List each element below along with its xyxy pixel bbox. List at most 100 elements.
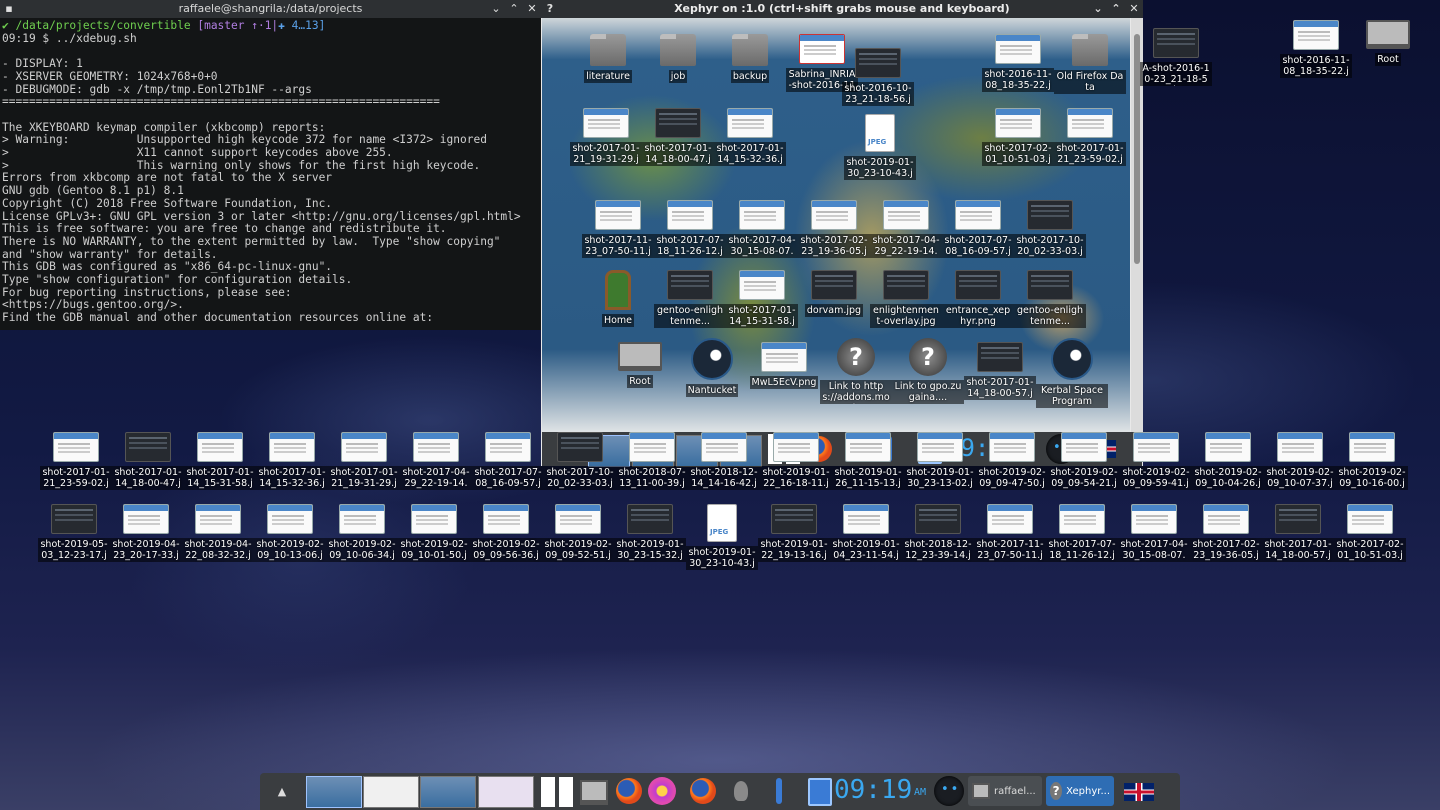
desktop-icon[interactable]: shot-2019-01-30_23-10-43.jpg [844, 114, 916, 184]
desktop-icon[interactable]: shot-2019-02-09_09-47-50.jpg [976, 432, 1048, 494]
desktop-icon[interactable]: shot-2017-01-21_23-59-02.jpg [40, 432, 112, 494]
desktop-icon[interactable]: shot-2017-02-23_19-36-05.jpg [798, 200, 870, 262]
desktop-icon[interactable]: shot-2017-11-23_07-50-11.jpg [582, 200, 654, 262]
desktop-icon[interactable]: shot-2017-10-20_02-33-03.jpg [1014, 200, 1086, 262]
desktop-icon[interactable]: shot-2016-11-08_18-35-22.jpg [1280, 20, 1352, 82]
desktop-icon[interactable]: shot-2019-02-09_09-56-36.jpg [470, 504, 542, 566]
desktop-icon[interactable]: shot-2019-05-03_12-23-17.jpg [38, 504, 110, 566]
desktop-icon[interactable]: Root [604, 342, 676, 392]
desktop-icon[interactable]: shot-2017-11-23_07-50-11.jpg [974, 504, 1046, 566]
xephyr-desktop[interactable]: literature job backup Sabrina_INRIA-shot-20… [542, 18, 1130, 432]
desktop-icon[interactable]: shot-2019-02-09_09-59-41.jpg [1120, 432, 1192, 494]
desktop-icon[interactable]: shot-2019-01-26_11-15-13.jpg [832, 432, 904, 494]
desktop-icon[interactable]: shot-2017-04-29_22-19-14.p... [400, 432, 472, 494]
xephyr-window[interactable]: ? Xephyr on :1.0 (ctrl+shift grabs mouse… [541, 0, 1143, 467]
desktop-icon[interactable]: shot-2019-02-09_10-04-26.jpg [1192, 432, 1264, 494]
close-icon[interactable]: ✕ [1125, 0, 1143, 18]
desktop-icon[interactable]: shot-2018-12-12_23-39-14.jpg [902, 504, 974, 566]
desktop-icon[interactable]: MwL5EcV.png [748, 342, 820, 393]
desktop-icon[interactable]: shot-2017-01-14_18-00-47.jpg [112, 432, 184, 494]
pager-desk-4[interactable] [478, 776, 534, 808]
desktop-icon[interactable]: shot-2017-02-01_10-51-03.jpg [982, 108, 1054, 170]
desktop-icon[interactable]: shot-2019-02-09_10-06-34.jpg [326, 504, 398, 566]
desktop-icon[interactable]: Nantucket [676, 338, 748, 401]
desktop-icon[interactable]: shot-2016-10-23_21-18-56.jpg [842, 48, 914, 110]
desktop-icon[interactable]: shot-2018-12-14_14-16-42.jpg [688, 432, 760, 494]
desktop-icon[interactable]: shot-2017-01-21_19-31-29.jpg [328, 432, 400, 494]
desktop-icon[interactable]: shot-2019-04-23_20-17-33.jpg [110, 504, 182, 566]
desktop-icon[interactable]: shot-2017-01-14_15-32-36.jpg [714, 108, 786, 170]
desktop-icon[interactable]: shot-2017-01-14_15-31-58.jpg [726, 270, 798, 332]
settings-star-icon[interactable] [648, 777, 676, 805]
firefox-icon[interactable] [616, 778, 642, 804]
desktop-icon[interactable]: shot-2017-10-20_02-33-03.jpg [544, 432, 616, 494]
desktop-icon[interactable]: shot-2017-01-14_18-00-47.jpg [642, 108, 714, 170]
desktop-icon[interactable]: shot-2017-07-08_16-09-57.jpg [942, 200, 1014, 262]
desktop-icon[interactable]: shot-2019-02-09_09-54-21.jpg [1048, 432, 1120, 494]
desktop-icon[interactable]: shot-2016-11-08_18-35-22.jpg [982, 34, 1054, 96]
desktop-icon[interactable]: gentoo-enlightenme... [1014, 270, 1086, 332]
terminal-menu-icon[interactable]: ▪ [0, 0, 18, 18]
terminal-titlebar[interactable]: ▪ raffaele@shangrila:/data/projects ⌄ ⌃ … [0, 0, 541, 18]
desktop-icon[interactable]: shot-2019-01-04_23-11-54.jpg [830, 504, 902, 566]
pager-desk-3[interactable] [420, 776, 476, 808]
desktop-icon[interactable]: A-shot-2016-10-23_21-18-56.jpg [1140, 28, 1212, 90]
help-icon[interactable]: ? [541, 0, 559, 18]
desktop-icon[interactable]: shot-2017-01-14_15-31-58.jpg [184, 432, 256, 494]
xephyr-titlebar[interactable]: ? Xephyr on :1.0 (ctrl+shift grabs mouse… [541, 0, 1143, 18]
desktop-icon[interactable]: shot-2019-01-22_19-13-16.jpg [758, 504, 830, 566]
desktop-icon[interactable]: shot-2019-02-09_10-13-06.jpg [254, 504, 326, 566]
desktop-icon[interactable]: shot-2017-07-18_11-26-12.jpg [1046, 504, 1118, 566]
desktop-icon[interactable]: backup [714, 34, 786, 87]
desktop-icon[interactable]: shot-2017-01-14_18-00-57.jpg [1262, 504, 1334, 566]
desktop-icon[interactable]: ? Link to https://addons.mozi... [820, 338, 892, 408]
desktop-icon[interactable]: shot-2017-04-29_22-19-14.p... [870, 200, 942, 262]
task-terminal[interactable]: raffael... [968, 776, 1042, 806]
desktop-icon[interactable]: dorvam.jpg [798, 270, 870, 321]
desktop-icon[interactable]: shot-2019-01-30_23-13-02.jpg [904, 432, 976, 494]
desktop-icon[interactable]: literature [572, 34, 644, 87]
desktop-icon[interactable]: shot-2019-02-09_10-16-00.jpg [1336, 432, 1408, 494]
computer-icon[interactable] [580, 780, 608, 805]
desktop-icon[interactable]: shot-2019-01-30_23-15-32.jpg [614, 504, 686, 566]
desktop-icon[interactable]: shot-2019-04-22_08-32-32.jpg [182, 504, 254, 566]
close-icon[interactable]: ✕ [523, 0, 541, 18]
desktop-icon[interactable]: job [642, 34, 714, 87]
maximize-icon[interactable]: ⌃ [505, 0, 523, 18]
terminal-output[interactable]: ✔ /data/projects/convertible [master ↑·1… [0, 18, 541, 330]
desktop-icon[interactable]: Old Firefox Data [1054, 34, 1126, 98]
desktop-icon[interactable]: shot-2019-01-22_16-18-11.jpg [760, 432, 832, 494]
desktop-icon[interactable]: shot-2017-01-14_15-32-36.jpg [256, 432, 328, 494]
bulb-icon[interactable] [734, 781, 748, 801]
desktop-icon[interactable]: shot-2017-04-30_15-08-07.p... [726, 200, 798, 262]
desktop-icon[interactable]: ? Link to gpo.zugaina.... [892, 338, 964, 408]
shelf-up-arrow-icon[interactable]: ▲ [270, 773, 294, 810]
desktop-icon[interactable]: shot-2017-02-01_10-51-03.jpg [1334, 504, 1406, 566]
desktop-icon[interactable]: shot-2017-07-08_16-09-57.jpg [472, 432, 544, 494]
minimize-icon[interactable]: ⌄ [487, 0, 505, 18]
desktop-icon[interactable]: shot-2017-04-30_15-08-07.p... [1118, 504, 1190, 566]
pager-desk-2[interactable] [363, 776, 419, 808]
desktop-icon[interactable]: gentoo-enlightenme... [654, 270, 726, 332]
desktop-icon[interactable]: shot-2019-01-30_23-10-43.jpg [686, 504, 758, 574]
desktop-icon[interactable]: enlightenment-overlay.jpg [870, 270, 942, 332]
desktop-icon[interactable]: shot-2017-01-21_19-31-29.jpg [570, 108, 642, 170]
desktop-icon[interactable]: entrance_xephyr.png [942, 270, 1014, 332]
maximize-icon[interactable]: ⌃ [1107, 0, 1125, 18]
desktop-icon[interactable]: shot-2017-02-23_19-36-05.jpg [1190, 504, 1262, 566]
task-xephyr[interactable]: ? Xephyr... [1046, 776, 1114, 806]
desktop-icon[interactable]: Root [1352, 20, 1424, 70]
desktop-icon[interactable]: Home [582, 270, 654, 331]
terminal-window[interactable]: ▪ raffaele@shangrila:/data/projects ⌄ ⌃ … [0, 0, 542, 330]
uk-flag-icon[interactable] [1124, 783, 1154, 801]
desktop-icon[interactable]: shot-2017-07-18_11-26-12.jpg [654, 200, 726, 262]
desktop-icon[interactable]: shot-2019-02-09_10-07-37.jpg [1264, 432, 1336, 494]
desktop-icon[interactable]: shot-2018-07-13_11-00-39.jpg [616, 432, 688, 494]
firefox-icon-2[interactable] [690, 778, 716, 804]
desktop-icon[interactable]: shot-2019-02-09_09-52-51.jpg [542, 504, 614, 566]
desktop-icon[interactable]: Kerbal Space Program [1036, 338, 1108, 412]
desktop-icon[interactable]: shot-2017-01-14_18-00-57.jpg [964, 342, 1036, 404]
desktop-icon[interactable]: shot-2019-02-09_10-01-50.jpg [398, 504, 470, 566]
pager-desk-1[interactable] [306, 776, 362, 808]
split-view-icon[interactable] [541, 777, 573, 807]
